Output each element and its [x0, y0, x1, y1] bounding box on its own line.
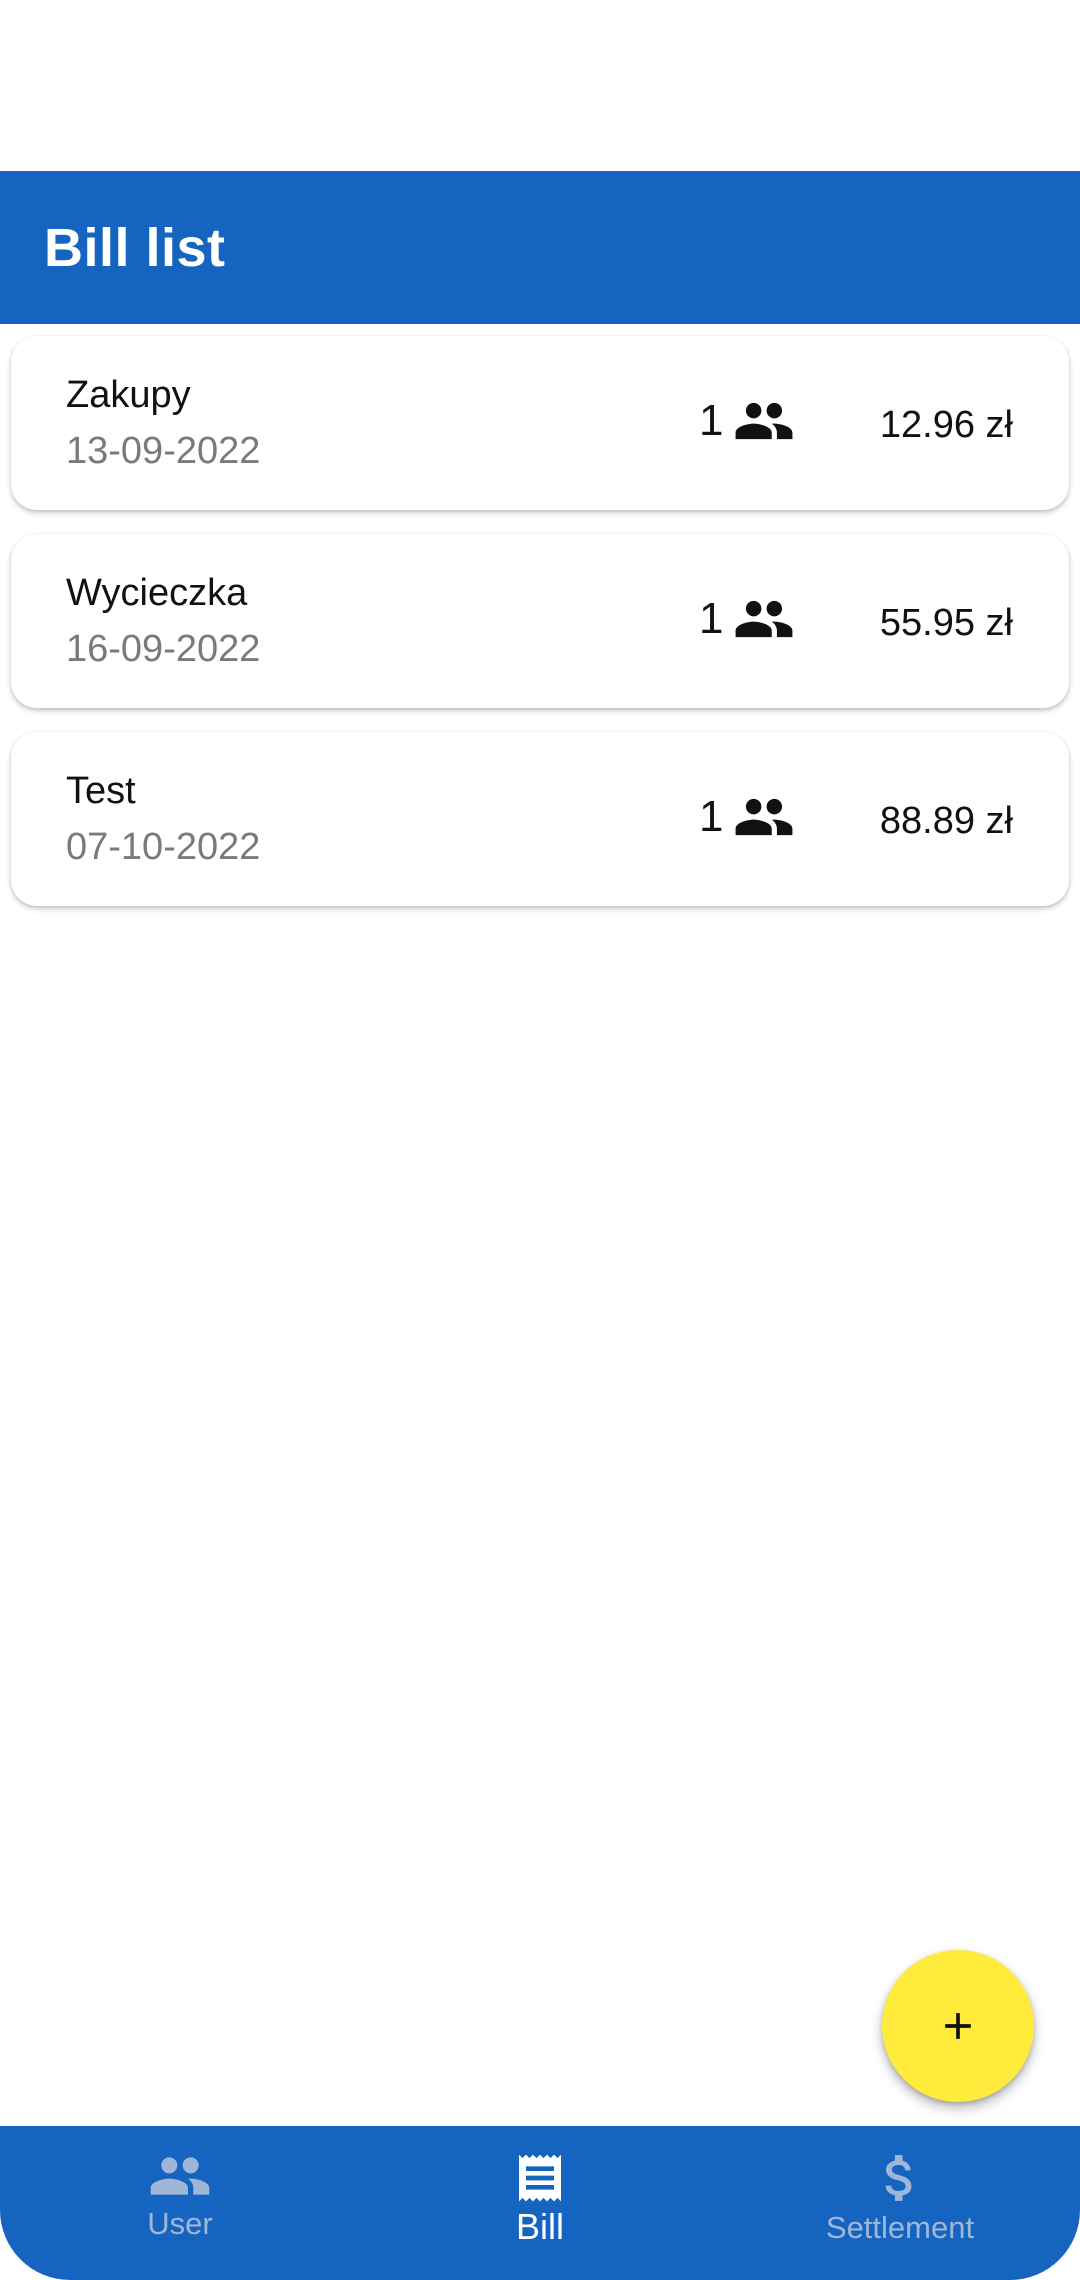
- bill-list: Zakupy 13-09-2022 1 12.96 zł Wycieczka 1…: [11, 336, 1069, 930]
- bill-amount: 12.96 zł: [879, 404, 1013, 446]
- people-count: 1: [699, 594, 724, 643]
- bill-people: 1: [699, 594, 795, 644]
- nav-label: User: [147, 2206, 213, 2241]
- people-icon: [148, 2150, 212, 2202]
- bill-card[interactable]: Wycieczka 16-09-2022 1 55.95 zł: [11, 534, 1069, 708]
- plus-icon: [936, 2004, 980, 2048]
- page-title: Bill list: [44, 217, 226, 278]
- bottom-navigation: User Bill Settlement: [0, 2126, 1080, 2280]
- nav-item-bill[interactable]: Bill: [360, 2126, 720, 2280]
- bill-name: Zakupy: [66, 374, 191, 416]
- people-icon: [733, 597, 795, 641]
- people-icon: [733, 795, 795, 839]
- bill-date: 16-09-2022: [66, 628, 261, 670]
- bill-name: Test: [66, 770, 136, 812]
- dollar-icon: [874, 2150, 926, 2206]
- receipt-icon: [512, 2150, 568, 2206]
- bill-amount: 88.89 zł: [879, 800, 1013, 842]
- status-bar-area: [0, 0, 1080, 171]
- people-count: 1: [699, 792, 724, 841]
- bill-people: 1: [699, 792, 795, 842]
- nav-label: Bill: [515, 2206, 564, 2247]
- bill-people: 1: [699, 396, 795, 446]
- app-bar: Bill list: [0, 171, 1080, 324]
- nav-label: Settlement: [825, 2210, 975, 2245]
- add-bill-button[interactable]: [882, 1950, 1034, 2102]
- nav-item-settlement[interactable]: Settlement: [720, 2126, 1080, 2280]
- bill-amount: 55.95 zł: [879, 602, 1013, 644]
- bill-card[interactable]: Zakupy 13-09-2022 1 12.96 zł: [11, 336, 1069, 510]
- bill-card[interactable]: Test 07-10-2022 1 88.89 zł: [11, 732, 1069, 906]
- bill-date: 07-10-2022: [66, 826, 261, 868]
- people-icon: [733, 399, 795, 443]
- bill-date: 13-09-2022: [66, 430, 261, 472]
- bill-name: Wycieczka: [66, 572, 248, 614]
- nav-item-user[interactable]: User: [0, 2126, 360, 2280]
- people-count: 1: [699, 396, 724, 445]
